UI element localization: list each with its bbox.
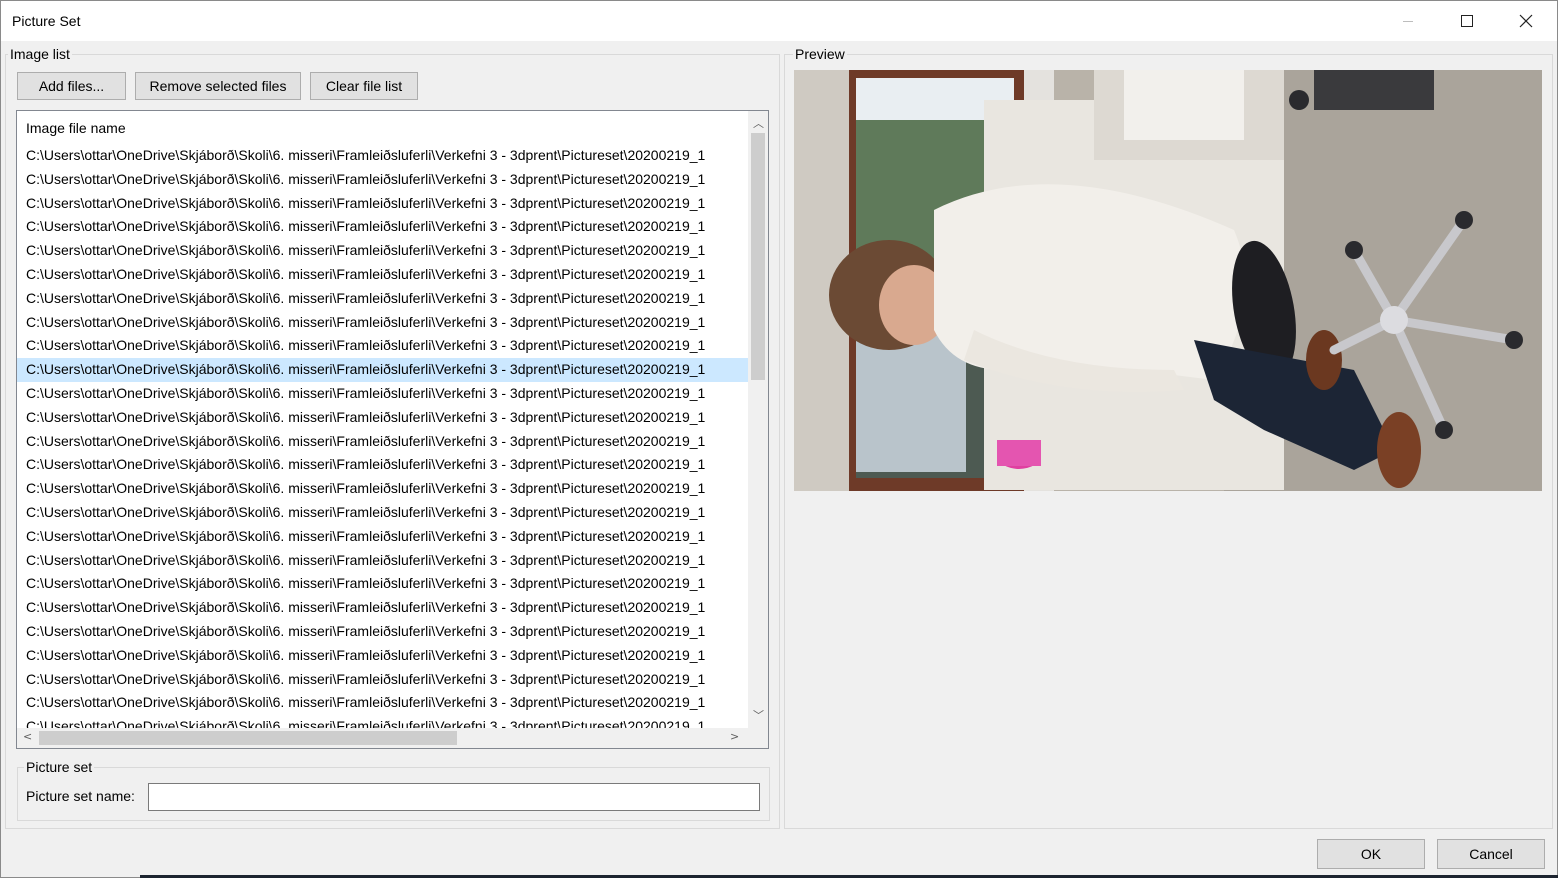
minimize-button[interactable] [1379, 1, 1437, 41]
preview-group-label: Preview [793, 46, 847, 62]
picture-set-name-input[interactable] [148, 783, 760, 811]
list-item[interactable]: C:\Users\ottar\OneDrive\Skjáborð\Skoli\6… [17, 453, 748, 477]
list-item[interactable]: C:\Users\ottar\OneDrive\Skjáborð\Skoli\6… [17, 501, 748, 525]
list-item[interactable]: C:\Users\ottar\OneDrive\Skjáborð\Skoli\6… [17, 287, 748, 311]
list-item[interactable]: C:\Users\ottar\OneDrive\Skjáborð\Skoli\6… [17, 311, 748, 335]
vertical-scroll-thumb[interactable] [751, 133, 765, 380]
list-item[interactable]: C:\Users\ottar\OneDrive\Skjáborð\Skoli\6… [17, 406, 748, 430]
list-item[interactable]: C:\Users\ottar\OneDrive\Skjáborð\Skoli\6… [17, 334, 748, 358]
cancel-button[interactable]: Cancel [1437, 839, 1545, 869]
title-bar[interactable]: Picture Set [1, 1, 1557, 41]
clear-file-list-button[interactable]: Clear file list [310, 72, 418, 100]
list-item[interactable]: C:\Users\ottar\OneDrive\Skjáborð\Skoli\6… [17, 144, 748, 168]
list-item[interactable]: C:\Users\ottar\OneDrive\Skjáborð\Skoli\6… [17, 572, 748, 596]
scroll-down-icon[interactable]: ﹀ [753, 707, 764, 723]
image-file-list[interactable]: Image file name C:\Users\ottar\OneDrive\… [16, 110, 769, 749]
scroll-up-icon[interactable]: ︿ [753, 115, 764, 131]
list-item[interactable]: C:\Users\ottar\OneDrive\Skjáborð\Skoli\6… [17, 644, 748, 668]
preview-photo [794, 70, 1542, 491]
list-item[interactable]: C:\Users\ottar\OneDrive\Skjáborð\Skoli\6… [17, 215, 748, 239]
list-item[interactable]: C:\Users\ottar\OneDrive\Skjáborð\Skoli\6… [17, 263, 748, 287]
column-header-image-file-name[interactable]: Image file name [26, 120, 126, 136]
scroll-right-icon[interactable]: > [730, 730, 739, 743]
preview-image [794, 70, 1542, 491]
add-files-button[interactable]: Add files... [17, 72, 126, 100]
scroll-left-icon[interactable]: < [23, 730, 32, 743]
picture-set-dialog: Picture Set Image list Add files... Remo… [0, 0, 1558, 878]
image-list-group-label: Image list [8, 46, 72, 62]
file-rows: C:\Users\ottar\OneDrive\Skjáborð\Skoli\6… [17, 144, 748, 728]
horizontal-scrollbar[interactable]: < > [17, 728, 748, 748]
close-button[interactable] [1497, 1, 1555, 41]
list-item[interactable]: C:\Users\ottar\OneDrive\Skjáborð\Skoli\6… [17, 192, 748, 216]
close-icon [1519, 14, 1533, 28]
minimize-icon [1403, 20, 1413, 22]
list-item[interactable]: C:\Users\ottar\OneDrive\Skjáborð\Skoli\6… [17, 620, 748, 644]
scrollbar-corner [748, 728, 768, 748]
horizontal-scroll-thumb[interactable] [39, 731, 457, 745]
ok-button[interactable]: OK [1317, 839, 1425, 869]
list-viewport: Image file name C:\Users\ottar\OneDrive\… [17, 111, 748, 728]
vertical-scrollbar[interactable]: ︿ ﹀ [748, 111, 768, 728]
list-item[interactable]: C:\Users\ottar\OneDrive\Skjáborð\Skoli\6… [17, 549, 748, 573]
list-item[interactable]: C:\Users\ottar\OneDrive\Skjáborð\Skoli\6… [17, 477, 748, 501]
maximize-button[interactable] [1438, 1, 1496, 41]
list-item[interactable]: C:\Users\ottar\OneDrive\Skjáborð\Skoli\6… [17, 668, 748, 692]
list-item[interactable]: C:\Users\ottar\OneDrive\Skjáborð\Skoli\6… [17, 430, 748, 454]
list-item[interactable]: C:\Users\ottar\OneDrive\Skjáborð\Skoli\6… [17, 715, 748, 728]
list-item[interactable]: C:\Users\ottar\OneDrive\Skjáborð\Skoli\6… [17, 691, 748, 715]
window-title: Picture Set [12, 13, 81, 29]
list-item[interactable]: C:\Users\ottar\OneDrive\Skjáborð\Skoli\6… [17, 596, 748, 620]
list-item[interactable]: C:\Users\ottar\OneDrive\Skjáborð\Skoli\6… [17, 358, 748, 382]
list-item[interactable]: C:\Users\ottar\OneDrive\Skjáborð\Skoli\6… [17, 525, 748, 549]
picture-set-name-label: Picture set name: [26, 788, 135, 804]
remove-selected-files-button[interactable]: Remove selected files [135, 72, 301, 100]
maximize-icon [1461, 15, 1473, 27]
list-item[interactable]: C:\Users\ottar\OneDrive\Skjáborð\Skoli\6… [17, 382, 748, 406]
list-item[interactable]: C:\Users\ottar\OneDrive\Skjáborð\Skoli\6… [17, 168, 748, 192]
picture-set-group-label: Picture set [24, 759, 95, 775]
list-item[interactable]: C:\Users\ottar\OneDrive\Skjáborð\Skoli\6… [17, 239, 748, 263]
